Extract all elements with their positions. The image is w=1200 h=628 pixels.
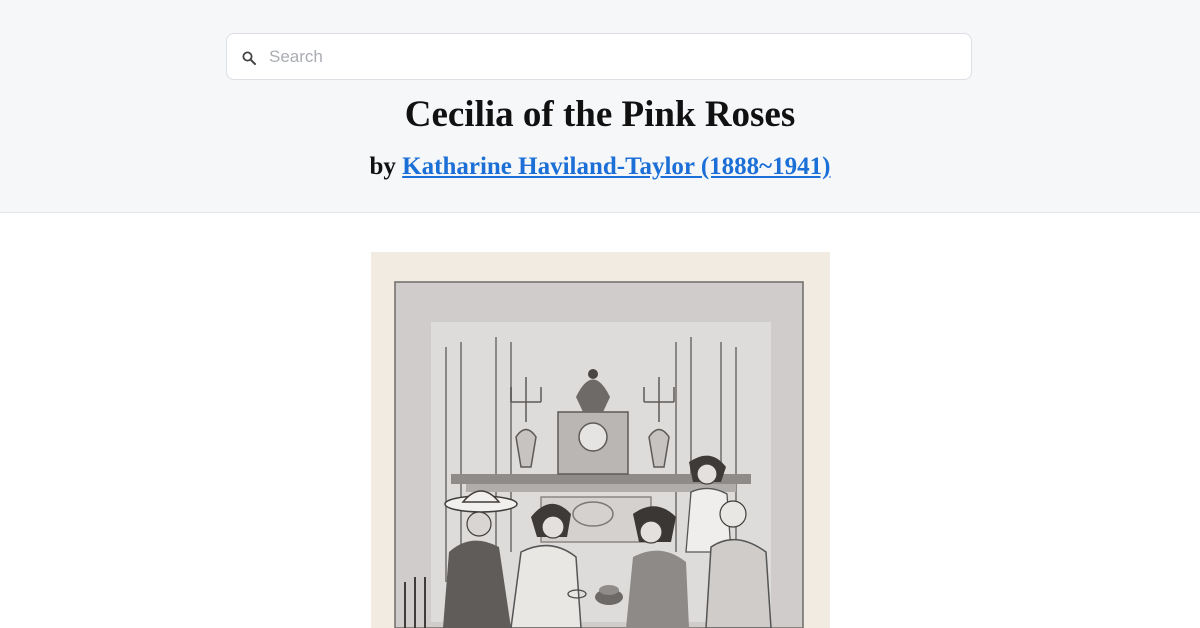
tea-party-sketch <box>371 252 830 628</box>
search-icon <box>242 51 256 65</box>
search-bar[interactable] <box>226 33 972 80</box>
byline-prefix: by <box>369 153 396 180</box>
page-header: Cecilia of the Pink Roses by Katharine H… <box>0 0 1200 213</box>
book-cover-illustration <box>371 252 830 628</box>
book-title: Cecilia of the Pink Roses <box>404 94 796 135</box>
author-link[interactable]: Katharine Haviland-Taylor (1888~1941) <box>402 153 830 180</box>
author-byline: by Katharine Haviland-Taylor (1888~1941) <box>0 151 1200 183</box>
search-input[interactable] <box>269 34 959 79</box>
